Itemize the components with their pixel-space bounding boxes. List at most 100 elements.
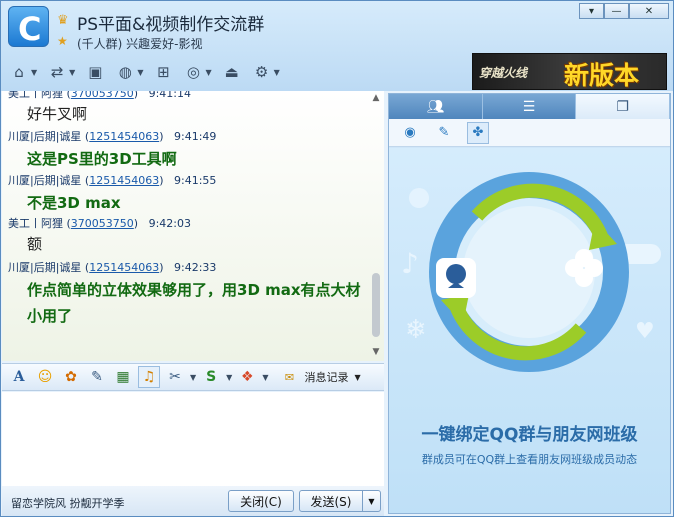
toolbar-apps[interactable]: ⊞ <box>151 59 175 85</box>
send-options-button[interactable]: ▼ <box>362 490 381 512</box>
chevron-down-icon: ▼ <box>354 372 361 382</box>
close-window-button[interactable]: ✕ <box>629 3 669 19</box>
crown-icon: ♛ <box>57 13 69 28</box>
sender-name: 川厦|后期|诚星 <box>8 261 82 274</box>
chevron-down-icon[interactable]: ▼ <box>262 373 268 382</box>
star-icon: ★ <box>57 34 68 48</box>
gift-icon[interactable]: ❖ <box>236 366 258 388</box>
settings-icon: ⚙ <box>254 63 269 81</box>
chat-message: 川厦|后期|诚星 (1251454063) 9:42:33 作点简单的立体效果够… <box>8 259 361 329</box>
members-icon: 👥︎ <box>426 98 445 115</box>
image-icon[interactable]: ▦ <box>112 366 134 388</box>
scrollbar-thumb[interactable] <box>372 273 380 337</box>
soso-icon[interactable]: S <box>200 366 222 388</box>
shake-icon[interactable]: ✎ <box>86 366 108 388</box>
scroll-down-icon[interactable]: ▼ <box>369 347 383 359</box>
group-title[interactable]: PS平面&视频制作交流群 <box>77 10 264 35</box>
main-toolbar: ⌂ ▼ ⇄ ▼ ▣ ◍ ▼ ⊞ ◎ ▼ ⏏ ⚙ ▼ <box>7 59 288 85</box>
tab-list[interactable]: ☰ <box>482 94 577 119</box>
message-text: 额 <box>27 235 43 253</box>
clover-icon[interactable]: ✤ <box>467 121 489 144</box>
bottom-ad-link[interactable]: 留恋学院风 扮靓开学季 <box>11 495 125 511</box>
location-icon: ◎ <box>186 63 201 81</box>
banner-tagline: 新版本 <box>564 61 640 90</box>
close-button[interactable]: 关闭(C) <box>228 490 294 512</box>
message-text: 不是3D max <box>27 194 121 212</box>
banner-game-name: 穿越火线 <box>479 66 528 80</box>
bind-class-illustration: ♪ ❄ ♥ <box>401 172 661 372</box>
group-avatar[interactable]: C <box>8 6 49 48</box>
message-time: 9:41:14 <box>148 91 191 100</box>
window-icon: ❐ <box>616 98 629 115</box>
chevron-down-icon[interactable]: ▼ <box>190 373 196 382</box>
message-input[interactable] <box>2 392 384 486</box>
chevron-down-icon: ▼ <box>137 67 144 77</box>
qq-circle-icon[interactable]: ◉ <box>399 122 421 144</box>
emoji-icon[interactable]: ☺ <box>34 366 56 388</box>
music-icon[interactable]: ♫ <box>138 366 160 388</box>
promo-subtitle: 群成员可在QQ群上查看朋友网班级成员动态 <box>421 453 638 466</box>
screenshot-icon[interactable]: ✂ <box>164 366 186 388</box>
sender-qq-link[interactable]: 370053750 <box>71 91 134 100</box>
announce-icon: ◍ <box>118 63 132 81</box>
chevron-down-icon: ▼ <box>273 67 280 77</box>
toolbar-eject[interactable]: ⏏ <box>220 59 244 85</box>
chat-history[interactable]: 美工丨阿狸 (370053750) 9:41:14 好牛叉啊 川厦|后期|诚星 … <box>2 91 384 361</box>
tab-members[interactable]: 👥︎ <box>389 94 483 119</box>
eject-icon: ⏏ <box>224 63 239 81</box>
sender-name: 美工丨阿狸 <box>8 217 63 230</box>
message-time: 9:42:03 <box>148 217 191 230</box>
message-header: 美工丨阿狸 (370053750) 9:41:14 <box>8 91 368 101</box>
input-toolbar: A ☺ ✿ ✎ ▦ ♫ ✂ ▼ S ▼ ❖ ▼ ✉ 消息记录 ▼ <box>2 363 384 391</box>
chevron-down-icon: ▼ <box>368 496 375 506</box>
history-label: 消息记录 <box>304 371 349 384</box>
chat-message: 美工丨阿狸 (370053750) 9:41:14 好牛叉啊 <box>8 91 368 124</box>
qq-logo-icon: C <box>18 10 42 48</box>
chevron-down-icon[interactable]: ▼ <box>226 373 232 382</box>
message-header: 川厦|后期|诚星 (1251454063) 9:42:33 <box>8 261 217 274</box>
list-icon: ☰ <box>522 98 536 115</box>
sender-qq-link[interactable]: 370053750 <box>71 217 134 230</box>
sender-name: 川厦|后期|诚星 <box>8 174 82 187</box>
promo-area[interactable]: ♪ ❄ ♥ 一键绑定QQ群与朋友网班级 群成员可在QQ群上查看朋友网班级成员动态 <box>389 148 670 513</box>
sender-qq-link[interactable]: 1251454063 <box>89 261 159 274</box>
right-panel: 👥︎ ☰ ❐ ◉ ✎ ✤ ♪ ❄ ♥ 一键绑定QQ群与朋友网班级 群成员可在QQ… <box>388 93 671 514</box>
toolbar-save[interactable]: ▣ <box>83 59 107 85</box>
sender-name: 川厦|后期|诚星 <box>8 130 82 143</box>
sender-qq-link[interactable]: 1251454063 <box>89 174 159 187</box>
game-ad-banner[interactable]: 穿越火线 新版本 <box>472 53 667 90</box>
sender-qq-link[interactable]: 1251454063 <box>89 130 159 143</box>
app-center-icon: ⊞ <box>157 63 170 81</box>
chat-message: 川厦|后期|诚星 (1251454063) 9:41:49 这是PS里的3D工具… <box>8 128 368 172</box>
message-text: 好牛叉啊 <box>27 105 88 123</box>
chat-bubble-icon[interactable]: ✎ <box>433 122 455 144</box>
toolbar-home[interactable]: ⌂ ▼ <box>7 59 39 85</box>
right-panel-tabs: 👥︎ ☰ ❐ <box>389 94 671 119</box>
message-time: 9:42:33 <box>174 261 217 274</box>
message-header: 美工丨阿狸 (370053750) 9:42:03 <box>8 217 191 230</box>
send-button[interactable]: 发送(S) <box>299 490 363 512</box>
message-text: 作点简单的立体效果够用了，用3D max有点大材小用了 <box>27 281 361 325</box>
font-icon[interactable]: A <box>8 366 30 388</box>
chat-scrollbar[interactable]: ▲ ▼ <box>369 91 383 361</box>
toolbar-announce[interactable]: ◍ ▼ <box>113 59 145 85</box>
magic-emoji-icon[interactable]: ✿ <box>60 366 82 388</box>
menu-button[interactable]: ▾ <box>579 3 604 19</box>
chat-message: 美工丨阿狸 (370053750) 9:42:03 额 <box>8 215 368 254</box>
message-time: 9:41:55 <box>174 174 217 187</box>
history-icon: ✉ <box>284 370 295 384</box>
toolbar-settings[interactable]: ⚙ ▼ <box>250 59 282 85</box>
tab-window[interactable]: ❐ <box>576 94 671 119</box>
group-subtitle: (千人群) 兴趣爱好-影视 <box>77 37 203 51</box>
message-history-button[interactable]: ✉ 消息记录 ▼ <box>278 366 361 388</box>
promo-title[interactable]: 一键绑定QQ群与朋友网班级 <box>389 420 670 445</box>
save-icon: ▣ <box>88 63 103 81</box>
sender-name: 美工丨阿狸 <box>8 91 63 100</box>
chevron-down-icon: ▼ <box>31 67 38 77</box>
toolbar-share[interactable]: ⇄ ▼ <box>45 59 77 85</box>
scroll-up-icon[interactable]: ▲ <box>369 93 383 105</box>
toolbar-location[interactable]: ◎ ▼ <box>181 59 213 85</box>
minimize-button[interactable]: — <box>604 3 629 19</box>
window-controls: ▾ — ✕ <box>579 3 669 19</box>
qq-group-chat-window: C ♛ ★ PS平面&视频制作交流群 (千人群) 兴趣爱好-影视 ▾ — ✕ ⌂… <box>0 0 674 517</box>
